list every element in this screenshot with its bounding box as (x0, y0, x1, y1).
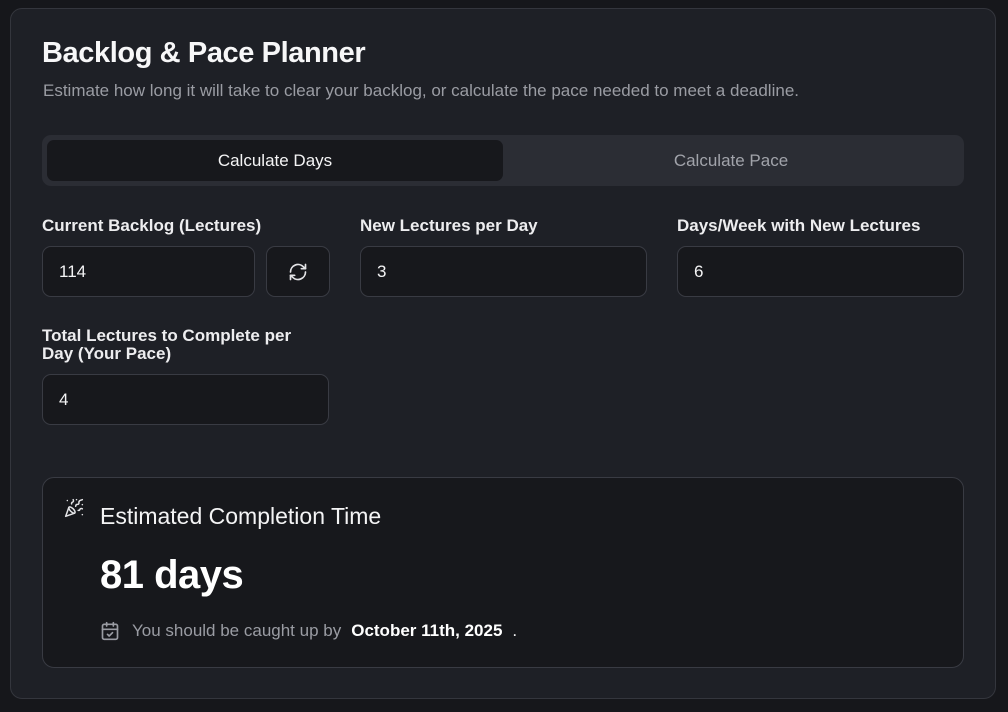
mode-tabs: Calculate Days Calculate Pace (42, 135, 964, 186)
result-value: 81 days (100, 553, 244, 597)
result-title: Estimated Completion Time (100, 503, 382, 529)
party-popper-icon (64, 498, 84, 518)
tab-calculate-pace[interactable]: Calculate Pace (503, 140, 959, 181)
new-per-day-input[interactable]: 3 (360, 246, 647, 297)
result-note-suffix: . (512, 621, 518, 640)
days-per-week-label: Days/Week with New Lectures (677, 216, 921, 235)
calendar-check-icon (101, 621, 119, 641)
pace-label-line2: Day (Your Pace) (42, 344, 172, 363)
pace-label-line1: Total Lectures to Complete per (42, 326, 292, 345)
tab-calculate-days[interactable]: Calculate Days (47, 140, 503, 181)
backlog-label: Current Backlog (Lectures) (42, 216, 262, 235)
result-note: You should be caught up by October 11th,… (100, 621, 517, 641)
backlog-input[interactable]: 114 (42, 246, 255, 297)
pace-input[interactable]: 4 (42, 374, 329, 425)
result-panel: Estimated Completion Time 81 days You sh… (42, 477, 964, 668)
result-note-prefix: You should be caught up by (132, 621, 342, 640)
new-per-day-label: New Lectures per Day (360, 216, 538, 235)
pace-label: Total Lectures to Complete per Day (Your… (42, 327, 291, 363)
page-subtitle: Estimate how long it will take to clear … (43, 81, 799, 100)
refresh-icon (289, 263, 307, 280)
days-per-week-input[interactable]: 6 (677, 246, 964, 297)
reset-backlog-button[interactable] (266, 246, 330, 297)
page-title: Backlog & Pace Planner (42, 37, 366, 69)
planner-card: Backlog & Pace Planner Estimate how long… (10, 8, 996, 699)
result-note-date: October 11th, 2025 (351, 621, 503, 640)
